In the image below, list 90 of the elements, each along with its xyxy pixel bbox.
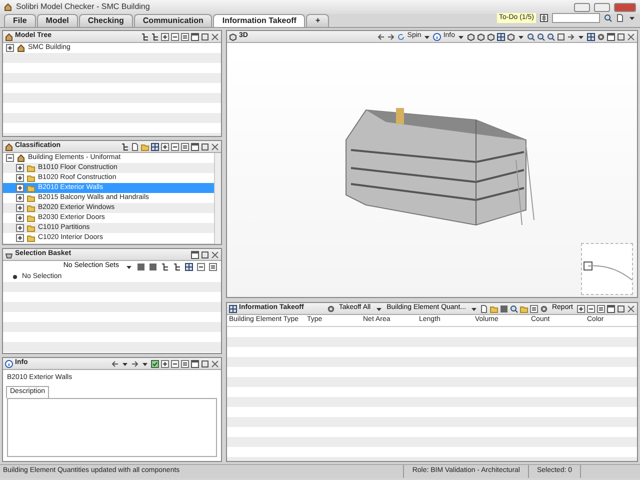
- minimize-window-button[interactable]: [574, 2, 590, 12]
- basket-icon: [5, 250, 13, 258]
- expand-toggle-icon[interactable]: [6, 44, 14, 52]
- new-file-icon[interactable]: [480, 304, 488, 312]
- scrollbar[interactable]: [214, 153, 221, 244]
- open-folder-icon[interactable]: [490, 304, 498, 312]
- list-icon[interactable]: [181, 360, 189, 368]
- expand-toggle-icon[interactable]: [16, 174, 24, 182]
- search-field[interactable]: [552, 12, 600, 23]
- check-icon[interactable]: [151, 360, 159, 368]
- collapse-all-icon[interactable]: [587, 304, 595, 312]
- zoom-icon[interactable]: [510, 304, 518, 312]
- minimize-icon[interactable]: [191, 360, 199, 368]
- list-icon[interactable]: [209, 262, 217, 270]
- hierarchy-icon[interactable]: [173, 262, 181, 270]
- maximize-window-button[interactable]: [594, 2, 610, 12]
- collapse-all-icon[interactable]: [171, 142, 179, 150]
- hierarchy-icon[interactable]: [151, 32, 159, 40]
- zoom-in-icon[interactable]: [537, 32, 545, 40]
- minimize-icon[interactable]: [191, 32, 199, 40]
- fill-square-icon[interactable]: [500, 304, 508, 312]
- maximize-icon[interactable]: [617, 304, 625, 312]
- tree-select-icon[interactable]: [141, 32, 149, 40]
- expand-toggle-icon[interactable]: [16, 204, 24, 212]
- maximize-icon[interactable]: [617, 32, 625, 40]
- tab[interactable]: Communication: [134, 14, 212, 27]
- app-logo-icon: [4, 3, 12, 11]
- collapse-all-icon[interactable]: [171, 32, 179, 40]
- tab[interactable]: Model: [36, 14, 78, 27]
- minimize-icon[interactable]: [607, 304, 615, 312]
- close-icon[interactable]: [211, 142, 219, 150]
- close-icon[interactable]: [211, 250, 219, 258]
- tab[interactable]: File: [4, 14, 36, 27]
- back-icon[interactable]: [111, 360, 119, 368]
- undo-icon[interactable]: [377, 32, 386, 40]
- expand-toggle-icon[interactable]: [6, 154, 14, 162]
- expand-toggle-icon[interactable]: [16, 184, 24, 192]
- expand-toggle-icon[interactable]: [16, 234, 24, 242]
- grid-view-icon[interactable]: [185, 262, 193, 270]
- zoom-box-icon[interactable]: [557, 32, 565, 40]
- maximize-icon[interactable]: [201, 142, 209, 150]
- list-icon[interactable]: [181, 142, 189, 150]
- grid-view-icon[interactable]: [151, 142, 159, 150]
- grid-view-icon[interactable]: [497, 32, 505, 40]
- close-icon[interactable]: [627, 304, 635, 312]
- expand-toggle-icon[interactable]: [16, 224, 24, 232]
- todo-list-icon[interactable]: [540, 14, 548, 22]
- minimize-icon[interactable]: [191, 250, 199, 258]
- expand-all-icon[interactable]: [161, 32, 169, 40]
- minimize-icon[interactable]: [607, 32, 615, 40]
- maximize-icon[interactable]: [201, 360, 209, 368]
- maximize-icon[interactable]: [201, 250, 209, 258]
- expand-toggle-icon[interactable]: [16, 214, 24, 222]
- minimize-icon[interactable]: [191, 142, 199, 150]
- expand-all-icon[interactable]: [161, 142, 169, 150]
- dot-icon: [11, 273, 19, 281]
- table-icon: [229, 304, 237, 312]
- zoom-out-icon[interactable]: [547, 32, 555, 40]
- close-window-button[interactable]: [614, 2, 636, 12]
- list-icon[interactable]: [597, 304, 605, 312]
- window-title: Solibri Model Checker - SMC Building: [16, 2, 150, 12]
- maximize-icon[interactable]: [201, 32, 209, 40]
- new-file-icon[interactable]: [131, 142, 139, 150]
- close-icon[interactable]: [211, 360, 219, 368]
- collapse-all-icon[interactable]: [197, 262, 205, 270]
- rotate-icon[interactable]: [397, 32, 406, 40]
- layout-icon[interactable]: [587, 32, 595, 40]
- forward-icon[interactable]: [131, 360, 139, 368]
- tree-select-icon[interactable]: [121, 142, 129, 150]
- redo-icon[interactable]: [387, 32, 396, 40]
- tree-select-icon[interactable]: [161, 262, 169, 270]
- cube-icon: [229, 32, 237, 40]
- expand-toggle-icon[interactable]: [16, 194, 24, 202]
- list-icon[interactable]: [181, 32, 189, 40]
- close-icon[interactable]: [211, 32, 219, 40]
- collapse-all-icon[interactable]: [171, 360, 179, 368]
- tab[interactable]: +: [306, 14, 330, 27]
- tab[interactable]: Checking: [78, 14, 133, 27]
- info-icon[interactable]: [433, 32, 442, 40]
- expand-toggle-icon[interactable]: [16, 164, 24, 172]
- zoom-icon[interactable]: [527, 32, 535, 40]
- fill-square-icon[interactable]: [137, 262, 145, 270]
- tab[interactable]: Information Takeoff: [213, 14, 306, 27]
- expand-all-icon[interactable]: [577, 304, 585, 312]
- list-icon[interactable]: [530, 304, 538, 312]
- expand-all-icon[interactable]: [161, 360, 169, 368]
- close-icon[interactable]: [627, 32, 635, 40]
- cube-icon[interactable]: [507, 32, 515, 40]
- fill-square-icon[interactable]: [149, 262, 157, 270]
- info-icon: [5, 360, 13, 368]
